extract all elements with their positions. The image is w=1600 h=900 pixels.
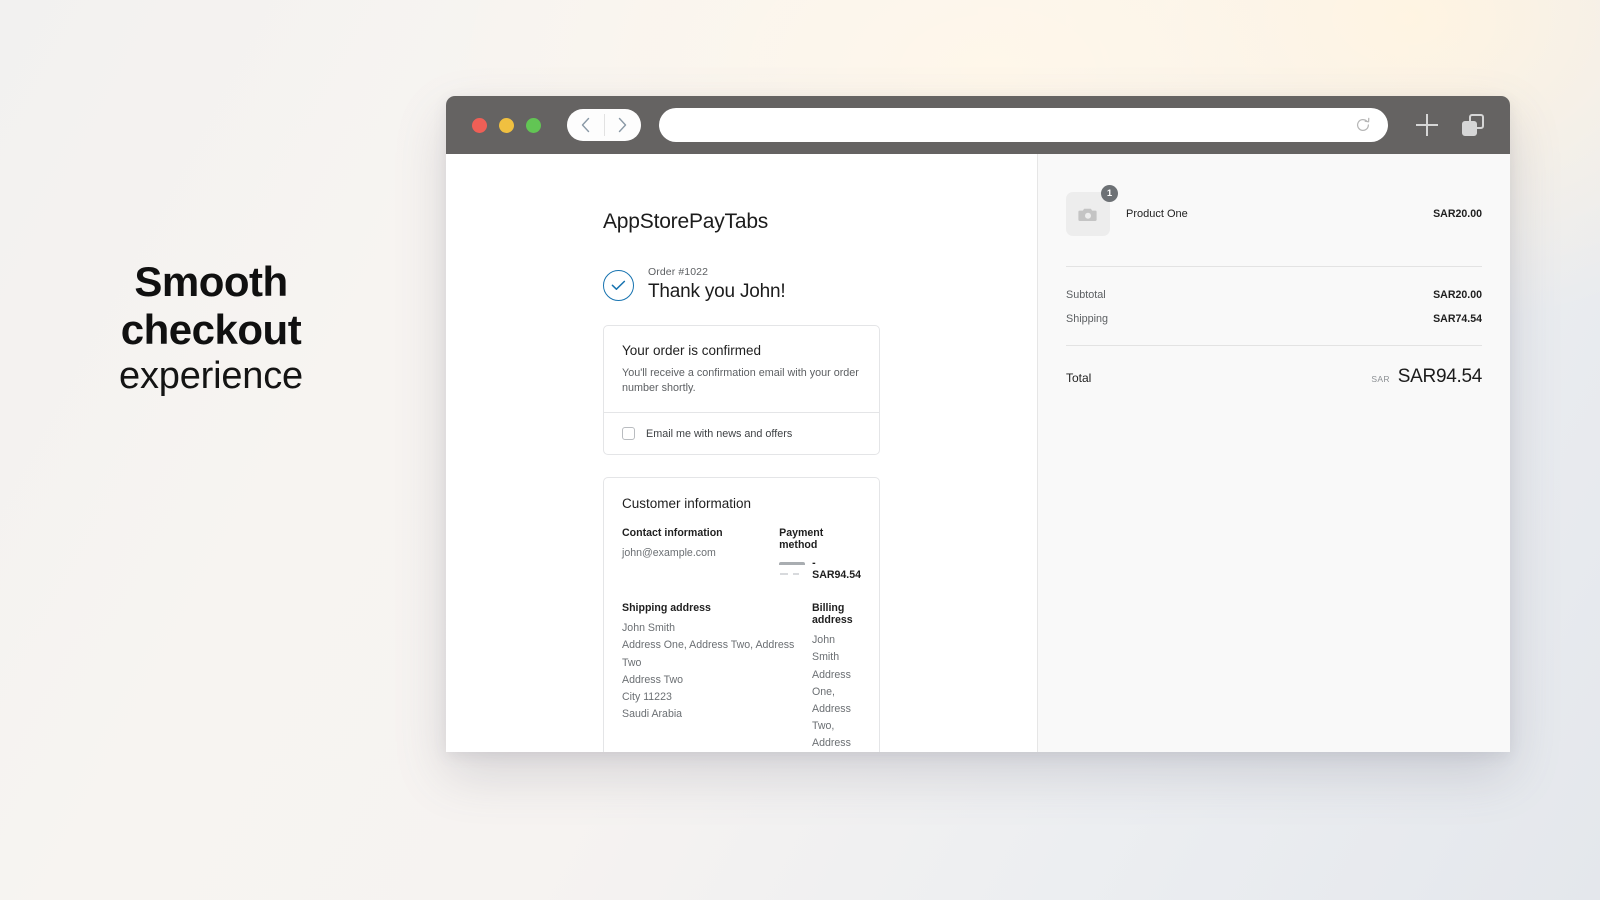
- product-price: SAR20.00: [1433, 208, 1482, 220]
- summary-totals-block: Subtotal SAR20.00 Shipping SAR74.54: [1066, 267, 1482, 345]
- product-quantity-badge: 1: [1101, 185, 1118, 202]
- newsletter-row[interactable]: Email me with news and offers: [604, 413, 879, 454]
- product-thumbnail-wrap: 1: [1066, 185, 1118, 236]
- close-window-button[interactable]: [472, 117, 487, 133]
- chrome-actions: [1406, 114, 1484, 136]
- forward-button[interactable]: [604, 117, 641, 133]
- billing-address-block: Billing address John Smith Address One, …: [812, 602, 861, 752]
- subtotal-value: SAR20.00: [1433, 289, 1482, 301]
- order-confirmed-card: Your order is confirmed You'll receive a…: [603, 325, 880, 456]
- tab-overview-button[interactable]: [1462, 114, 1484, 136]
- total-label: Total: [1066, 371, 1092, 385]
- promo-text: Smooth checkout experience: [0, 258, 422, 399]
- shipping-value: SAR74.54: [1433, 313, 1482, 325]
- contact-information-block: Contact information john@example.com: [622, 527, 779, 581]
- traffic-lights: [472, 117, 541, 133]
- shipping-address-value: John Smith Address One, Address Two, Add…: [622, 622, 795, 720]
- promo-line-2: checkout: [120, 305, 302, 353]
- store-brand-title: AppStorePayTabs: [603, 210, 769, 233]
- chevron-right-icon: [618, 117, 627, 133]
- address-bar[interactable]: [659, 108, 1388, 142]
- order-confirmed-title: Your order is confirmed: [622, 343, 762, 358]
- browser-window: AppStorePayTabs Order #1022 Thank you Jo…: [446, 96, 1510, 752]
- shipping-address-block: Shipping address John Smith Address One,…: [622, 602, 812, 752]
- credit-card-icon: [779, 561, 806, 577]
- order-confirmation-header: Order #1022 Thank you John!: [603, 266, 880, 303]
- subtotal-label: Subtotal: [1066, 289, 1106, 301]
- navigation-buttons: [567, 109, 641, 141]
- billing-address-heading: Billing address: [812, 602, 853, 627]
- tabs-icon-front-square: [1462, 121, 1477, 136]
- order-summary-sidebar: 1 Product One SAR20.00 Subtotal SAR20.00…: [1037, 154, 1510, 752]
- total-value: SAR94.54: [1397, 366, 1483, 387]
- payment-amount: - SAR94.54: [812, 557, 862, 582]
- product-name: Product One: [1126, 208, 1188, 220]
- order-number: Order #1022: [648, 266, 709, 278]
- contact-information-heading: Contact information: [622, 527, 723, 540]
- camera-icon: [1078, 208, 1097, 221]
- subtotal-row: Subtotal SAR20.00: [1066, 289, 1482, 301]
- promo-line-3: experience: [119, 354, 303, 397]
- payment-method-block: Payment method - SAR94.54: [779, 527, 861, 581]
- order-confirmed-subtitle: You'll receive a confirmation email with…: [622, 367, 859, 395]
- checkout-main-column: AppStorePayTabs Order #1022 Thank you Jo…: [446, 154, 1037, 752]
- page-content: AppStorePayTabs Order #1022 Thank you Jo…: [446, 154, 1510, 752]
- thank-you-message: Thank you John!: [648, 281, 786, 302]
- newsletter-checkbox[interactable]: [622, 427, 635, 441]
- billing-address-value: John Smith Address One, Address Two, Add…: [812, 634, 851, 750]
- browser-chrome: [446, 96, 1510, 154]
- total-currency-code: SAR: [1371, 374, 1390, 384]
- shipping-row: Shipping SAR74.54: [1066, 313, 1482, 325]
- address-grid: Shipping address John Smith Address One,…: [622, 602, 861, 752]
- minimize-window-button[interactable]: [499, 117, 514, 133]
- contact-payment-grid: Contact information john@example.com Pay…: [622, 527, 861, 581]
- back-button[interactable]: [567, 117, 604, 133]
- contact-email: john@example.com: [622, 547, 716, 560]
- total-row: Total SAR SAR94.54: [1066, 346, 1482, 388]
- customer-information-title: Customer information: [622, 496, 752, 512]
- shipping-address-heading: Shipping address: [622, 602, 711, 615]
- reload-icon[interactable]: [1354, 116, 1372, 134]
- maximize-window-button[interactable]: [526, 117, 541, 133]
- new-tab-button[interactable]: [1416, 114, 1438, 136]
- shipping-label: Shipping: [1066, 313, 1109, 325]
- payment-method-heading: Payment method: [779, 527, 824, 552]
- summary-line-item: 1 Product One SAR20.00: [1066, 185, 1482, 266]
- customer-information-card: Customer information Contact information…: [603, 477, 880, 752]
- newsletter-label: Email me with news and offers: [646, 427, 793, 440]
- promo-line-1: Smooth: [134, 258, 288, 305]
- success-check-icon: [603, 270, 634, 301]
- chevron-left-icon: [581, 117, 590, 133]
